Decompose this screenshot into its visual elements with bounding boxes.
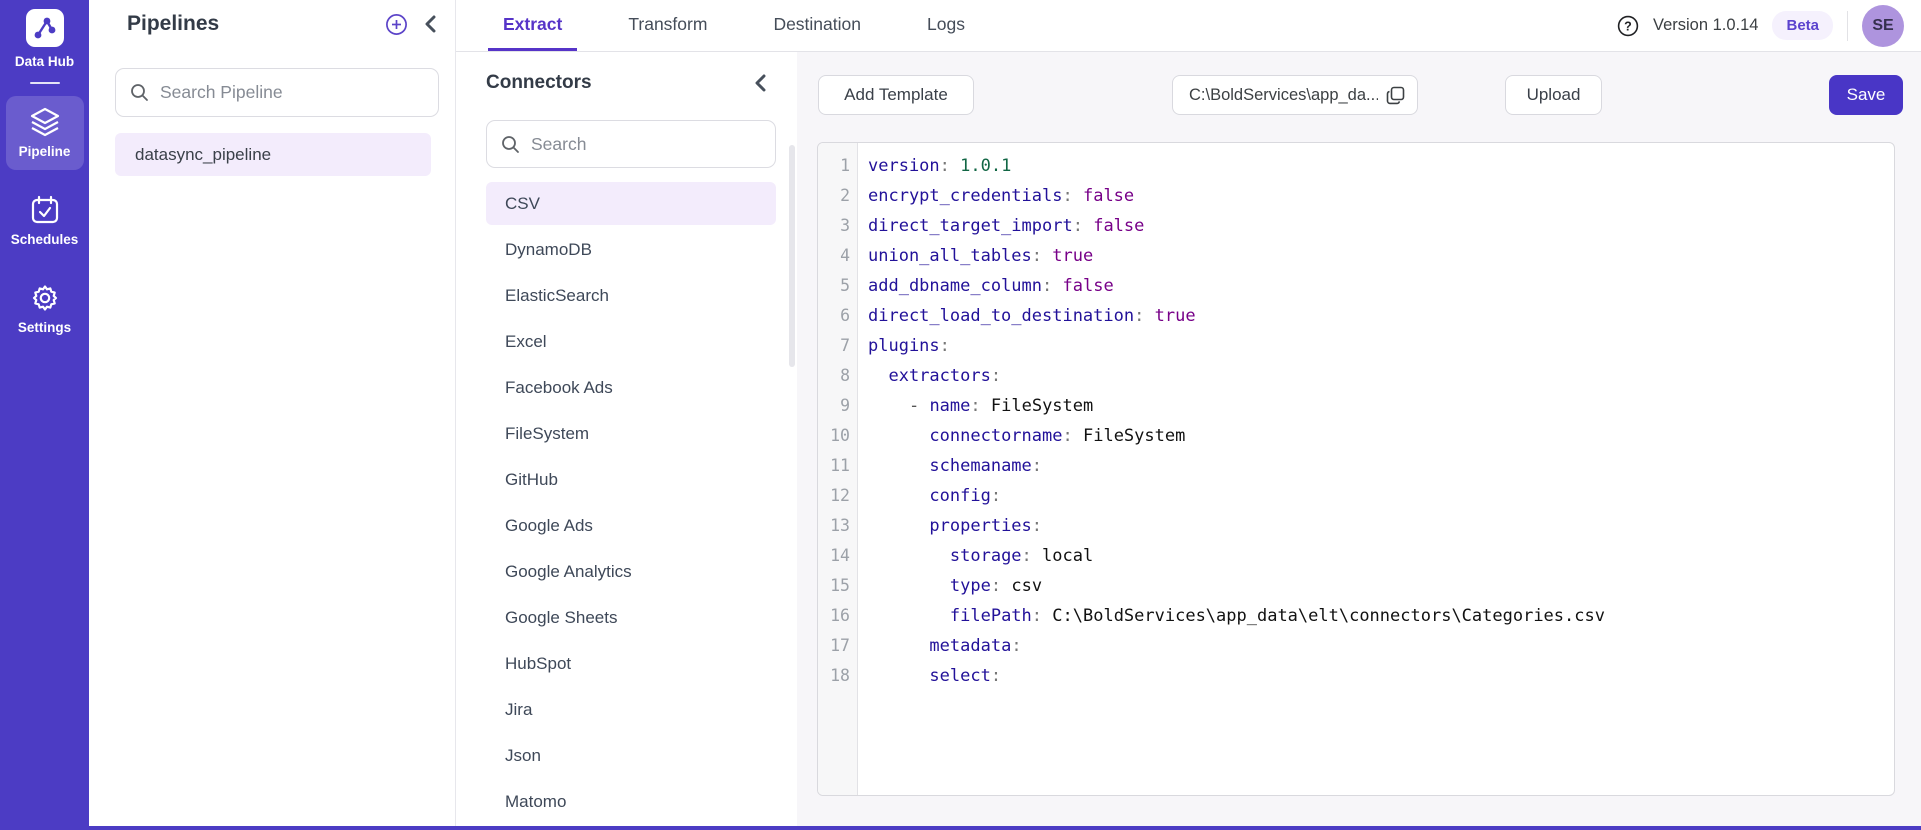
sidebar-item-schedules[interactable]: Schedules — [6, 184, 84, 258]
pipeline-search-input[interactable]: Search Pipeline — [115, 68, 439, 117]
top-bar: Extract Transform Destination Logs ? Versio… — [456, 0, 1921, 52]
collapse-connectors-icon[interactable] — [754, 74, 767, 92]
pipelines-panel: Pipelines Search Pipeline datasync_pipel… — [89, 0, 456, 826]
add-template-button[interactable]: Add Template — [818, 75, 974, 115]
connector-item-matomo[interactable]: Matomo — [486, 780, 776, 823]
sidebar-divider — [29, 82, 60, 84]
connector-list: CSV DynamoDB ElasticSearch Excel Facebook Ad… — [486, 182, 776, 823]
pipeline-search-placeholder: Search Pipeline — [160, 82, 283, 102]
connector-item-facebook-ads[interactable]: Facebook Ads — [486, 366, 776, 409]
connector-item-excel[interactable]: Excel — [486, 320, 776, 363]
main-area: Add Template C:\BoldServices\app_da... U… — [797, 52, 1921, 826]
beta-badge: Beta — [1772, 11, 1833, 40]
copy-icon[interactable] — [1386, 86, 1405, 105]
sidebar-item-settings[interactable]: Settings — [6, 272, 84, 346]
editor-line-numbers: 1 2 3 4 5 6 7 8 9 10 11 12 13 14 15 16 17 18 — [818, 143, 858, 795]
connector-item-csv[interactable]: CSV — [486, 182, 776, 225]
connector-item-json[interactable]: Json — [486, 734, 776, 777]
connector-item-github[interactable]: GitHub — [486, 458, 776, 501]
help-icon[interactable]: ? — [1617, 15, 1639, 37]
user-avatar[interactable]: SE — [1862, 4, 1904, 47]
version-label: Version 1.0.14 — [1652, 16, 1759, 34]
editor-code[interactable]: version: 1.0.1 encrypt_credentials: false… — [858, 143, 1894, 795]
sidebar-item-label: Pipeline — [18, 144, 71, 159]
tab-bar: Extract Transform Destination Logs — [488, 0, 1016, 51]
search-icon — [502, 135, 519, 153]
save-button[interactable]: Save — [1829, 75, 1903, 115]
connector-item-dynamodb[interactable]: DynamoDB — [486, 228, 776, 271]
pipelines-title: Pipelines — [127, 12, 220, 35]
tab-transform[interactable]: Transform — [613, 0, 722, 51]
connector-item-jira[interactable]: Jira — [486, 688, 776, 731]
datahub-logo-icon — [25, 9, 64, 47]
connector-item-google-analytics[interactable]: Google Analytics — [486, 550, 776, 593]
sidebar-item-pipeline[interactable]: Pipeline — [5, 96, 84, 170]
bottom-accent-bar — [0, 826, 1921, 830]
tab-extract[interactable]: Extract — [488, 0, 578, 51]
connector-search-placeholder: Search — [531, 133, 587, 154]
config-path-value: C:\BoldServices\app_da... — [1189, 85, 1378, 104]
topbar-divider — [1847, 10, 1848, 41]
tab-destination[interactable]: Destination — [758, 0, 876, 51]
connectors-panel: Connectors Search CSV DynamoDB ElasticSear… — [456, 52, 797, 826]
connectors-title: Connectors — [486, 72, 592, 93]
calendar-icon — [30, 195, 60, 225]
upload-button[interactable]: Upload — [1505, 75, 1602, 115]
connector-item-google-ads[interactable]: Google Ads — [486, 504, 776, 547]
sidebar-item-label: Settings — [17, 320, 72, 335]
app-sidebar: Data Hub Pipeline Schedules Settings — [0, 0, 89, 830]
pipeline-name: datasync_pipeline — [135, 144, 272, 164]
connector-item-google-sheets[interactable]: Google Sheets — [486, 596, 776, 639]
app-title: Data Hub — [14, 54, 75, 69]
connectors-scrollbar[interactable] — [789, 145, 795, 367]
sidebar-item-label: Schedules — [10, 232, 79, 247]
connector-item-filesystem[interactable]: FileSystem — [486, 412, 776, 455]
collapse-pipelines-icon[interactable] — [424, 15, 437, 33]
gear-icon — [30, 283, 60, 313]
config-path-field[interactable]: C:\BoldServices\app_da... — [1172, 75, 1418, 115]
sidebar-menu: Pipeline Schedules Settings — [5, 96, 84, 360]
search-icon — [131, 84, 148, 101]
app-window: Data Hub Pipeline Schedules Settings Pipel… — [0, 0, 1921, 830]
yaml-editor[interactable]: 1 2 3 4 5 6 7 8 9 10 11 12 13 14 15 16 17 18 version: 1.0… — [817, 142, 1895, 796]
connector-item-elasticsearch[interactable]: ElasticSearch — [486, 274, 776, 317]
connector-item-hubspot[interactable]: HubSpot — [486, 642, 776, 685]
pipeline-list-item[interactable]: datasync_pipeline — [115, 133, 431, 176]
connector-search-input[interactable]: Search — [486, 120, 776, 168]
layers-icon — [29, 107, 61, 137]
add-pipeline-button[interactable] — [385, 13, 408, 36]
tab-logs[interactable]: Logs — [912, 0, 980, 51]
svg-text:?: ? — [1624, 19, 1632, 33]
